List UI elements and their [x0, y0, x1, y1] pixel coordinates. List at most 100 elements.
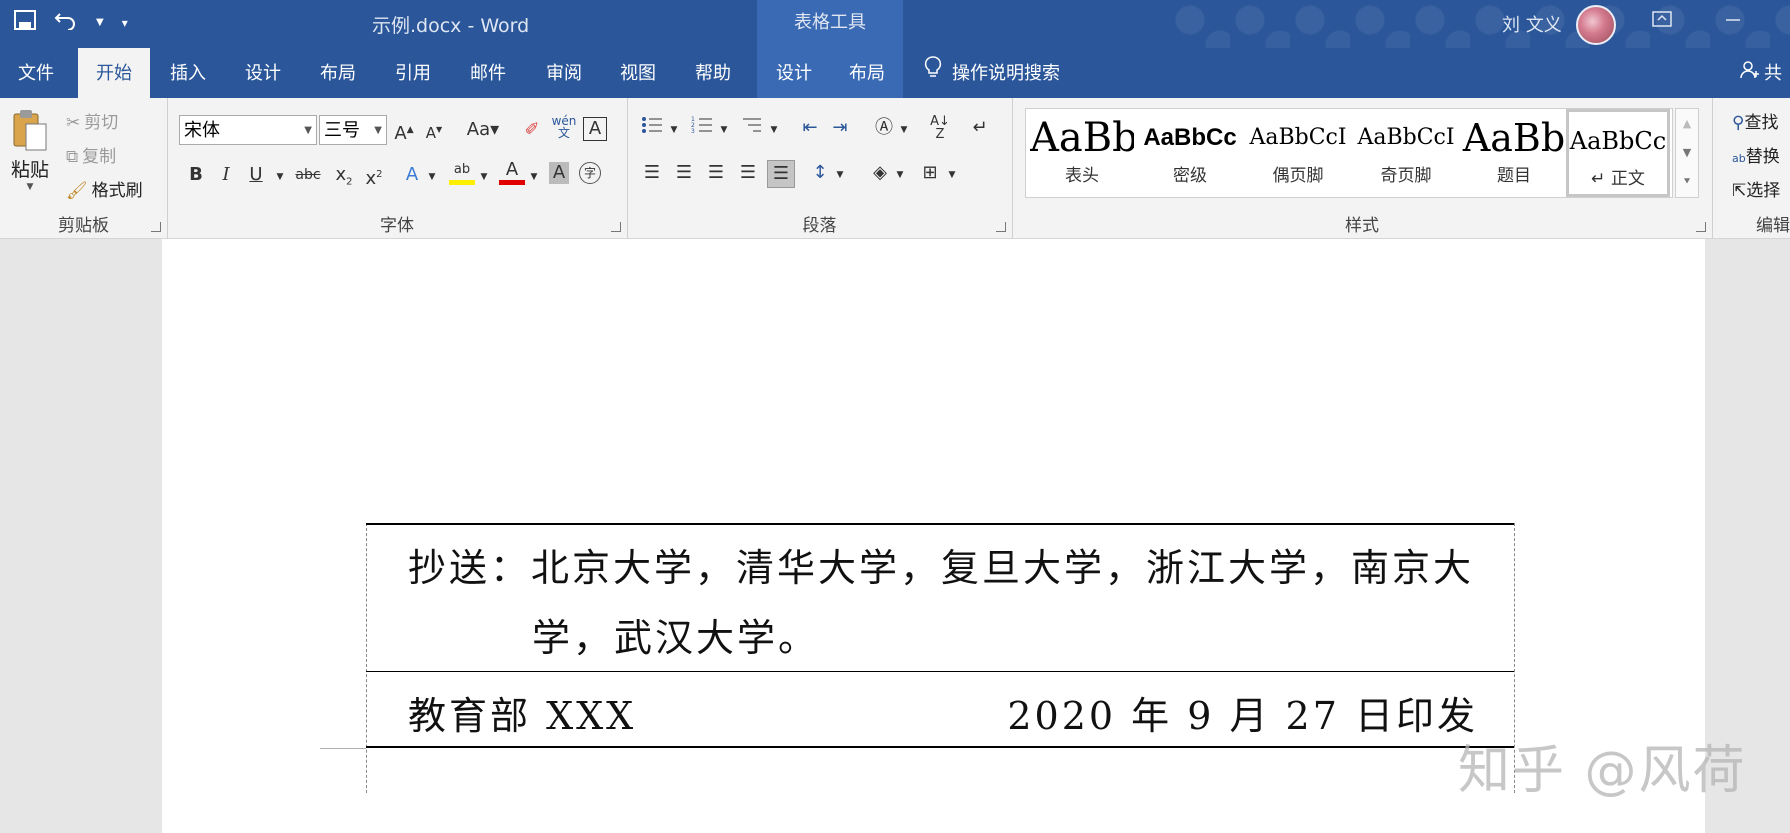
ribbon-display-options-icon[interactable] — [1652, 10, 1672, 33]
select-button[interactable]: ⇱选择 — [1732, 176, 1780, 201]
font-name-value: 宋体 — [184, 120, 220, 141]
superscript-icon[interactable]: x2 — [361, 162, 387, 189]
style-normal[interactable]: AaBbCc ↵ 正文 — [1566, 109, 1670, 197]
highlight-dropdown-icon[interactable]: ▼ — [471, 164, 497, 190]
style-title[interactable]: AaBb 题目 — [1462, 109, 1566, 197]
replace-button[interactable]: ab替换 — [1732, 142, 1780, 167]
font-name-combo[interactable]: 宋体 ▼ — [179, 115, 317, 145]
find-button[interactable]: ⚲查找 — [1732, 108, 1778, 133]
shrink-font-icon[interactable]: A▼ — [421, 117, 447, 143]
sort-icon[interactable]: A↓ Z — [927, 115, 953, 141]
tell-me-label: 操作说明搜索 — [952, 63, 1060, 84]
underline-dropdown-icon[interactable]: ▼ — [267, 164, 293, 190]
shading-dropdown-icon[interactable]: ▼ — [887, 162, 913, 188]
format-painter-button[interactable]: 🖌 格式刷 — [66, 176, 143, 201]
clipboard-launcher-icon[interactable] — [151, 222, 161, 232]
customize-qat-icon[interactable]: ▾ — [122, 16, 128, 30]
font-size-dropdown-icon[interactable]: ▼ — [374, 116, 382, 146]
change-case-icon[interactable]: Aa▾ — [463, 117, 503, 143]
minimize-icon[interactable] — [1724, 8, 1742, 31]
distributed-icon[interactable]: ☰ — [767, 160, 795, 188]
tab-references[interactable]: 引用 — [377, 48, 449, 98]
decrease-indent-icon[interactable]: ⇤ — [797, 115, 823, 141]
issue-date-text[interactable]: 2020 年 9 月 27 日印发 — [1007, 685, 1478, 740]
issuer-text[interactable]: 教育部 XXX — [408, 685, 636, 740]
scroll-up-icon[interactable]: ▲ — [1676, 109, 1698, 138]
style-preview: AaBb — [1462, 116, 1566, 160]
cut-label: 剪切 — [84, 113, 119, 133]
editing-group: ⚲查找 ab替换 ⇱选择 编辑 — [1712, 98, 1790, 238]
grow-font-icon[interactable]: A▲ — [391, 117, 417, 144]
tab-insert[interactable]: 插入 — [152, 48, 224, 98]
strikethrough-icon[interactable]: abc — [291, 162, 325, 188]
align-center-icon[interactable]: ☰ — [671, 160, 697, 186]
avatar[interactable] — [1576, 5, 1616, 45]
scissors-icon: ✂ — [66, 113, 81, 133]
tab-help[interactable]: 帮助 — [677, 48, 749, 98]
paste-dropdown-icon[interactable]: ▼ — [10, 182, 50, 192]
share-icon — [1740, 48, 1760, 100]
tab-home[interactable]: 开始 — [78, 48, 150, 98]
style-header[interactable]: AaBb 表头 — [1030, 109, 1134, 197]
style-name: 密级 — [1173, 166, 1207, 186]
subscript-icon[interactable]: x2 — [331, 162, 357, 188]
font-name-dropdown-icon[interactable]: ▼ — [304, 116, 312, 146]
italic-icon[interactable]: I — [213, 162, 239, 188]
cc-line-2[interactable]: 学，武汉大学。 — [532, 607, 819, 662]
character-border-icon[interactable]: A — [583, 117, 607, 141]
enclose-characters-icon[interactable]: 字 — [579, 162, 601, 184]
line-spacing-dropdown-icon[interactable]: ▼ — [827, 162, 853, 188]
save-icon[interactable] — [14, 10, 36, 35]
undo-dropdown-icon[interactable]: ▼ — [96, 17, 104, 28]
tab-view[interactable]: 视图 — [602, 48, 674, 98]
bold-icon[interactable]: B — [183, 162, 209, 188]
share-button[interactable]: 共 — [1740, 48, 1782, 98]
font-color-dropdown-icon[interactable]: ▼ — [521, 164, 547, 190]
chinese-layout-dropdown-icon[interactable]: ▼ — [891, 117, 917, 143]
font-group-label: 字体 — [380, 216, 414, 236]
tab-layout[interactable]: 布局 — [302, 48, 374, 98]
tab-design[interactable]: 设计 — [227, 48, 299, 98]
document-table[interactable]: 抄送：北京大学，清华大学，复旦大学，浙江大学，南京大 学，武汉大学。 教育部 X… — [366, 523, 1515, 793]
style-even-footer[interactable]: AaBbCcI 偶页脚 — [1246, 109, 1350, 197]
scroll-down-icon[interactable]: ▼ — [1676, 138, 1698, 167]
styles-scroll[interactable]: ▲ ▼ ⯆ — [1675, 108, 1699, 198]
paste-button[interactable]: 粘贴 ▼ — [10, 108, 50, 192]
underline-icon[interactable]: U — [243, 162, 269, 188]
font-size-combo[interactable]: 三号 ▼ — [319, 115, 387, 145]
multilevel-dropdown-icon[interactable]: ▼ — [761, 117, 787, 143]
gallery-more-icon[interactable]: ⯆ — [1676, 167, 1698, 196]
user-name[interactable]: 刘 文义 — [1502, 11, 1562, 37]
tab-mailings[interactable]: 邮件 — [452, 48, 524, 98]
text-effects-dropdown-icon[interactable]: ▼ — [419, 164, 445, 190]
bullets-dropdown-icon[interactable]: ▼ — [661, 117, 687, 143]
font-group: 宋体 ▼ 三号 ▼ A▲ A▼ Aa▾ ✐ wén 文 A B I U ▼ abc… — [167, 98, 628, 238]
style-secret-level[interactable]: AaBbCc 密级 — [1138, 109, 1242, 197]
style-name: 奇页脚 — [1380, 166, 1432, 186]
font-launcher-icon[interactable] — [611, 222, 621, 232]
paragraph-launcher-icon[interactable] — [996, 222, 1006, 232]
copy-button[interactable]: ⧉ 复制 — [66, 142, 116, 167]
tell-me-search[interactable]: 操作说明搜索 — [924, 48, 1060, 98]
increase-indent-icon[interactable]: ⇥ — [827, 115, 853, 141]
style-odd-footer[interactable]: AaBbCcI 奇页脚 — [1354, 109, 1458, 197]
title-bar: ▼ ▾ 示例.docx - Word 表格工具 刘 文义 — [0, 0, 1790, 48]
font-size-value: 三号 — [324, 120, 360, 141]
borders-dropdown-icon[interactable]: ▼ — [939, 162, 965, 188]
numbering-dropdown-icon[interactable]: ▼ — [711, 117, 737, 143]
cc-line-1[interactable]: 抄送：北京大学，清华大学，复旦大学，浙江大学，南京大 — [408, 537, 1474, 592]
phonetic-guide-icon[interactable]: wén 文 — [551, 115, 577, 141]
clear-formatting-icon[interactable]: ✐ — [519, 117, 545, 143]
show-marks-icon[interactable]: ↵ — [967, 115, 993, 141]
styles-launcher-icon[interactable] — [1696, 222, 1706, 232]
character-shading-icon[interactable]: A — [549, 162, 569, 184]
tab-file[interactable]: 文件 — [0, 48, 72, 98]
tab-table-design[interactable]: 设计 — [757, 48, 831, 98]
cut-button[interactable]: ✂ 剪切 — [66, 108, 118, 133]
justify-icon[interactable]: ☰ — [735, 160, 761, 186]
tab-table-layout[interactable]: 布局 — [831, 48, 903, 98]
undo-icon[interactable] — [54, 10, 78, 35]
align-left-icon[interactable]: ☰ — [639, 160, 665, 186]
tab-review[interactable]: 审阅 — [528, 48, 600, 98]
align-right-icon[interactable]: ☰ — [703, 160, 729, 186]
